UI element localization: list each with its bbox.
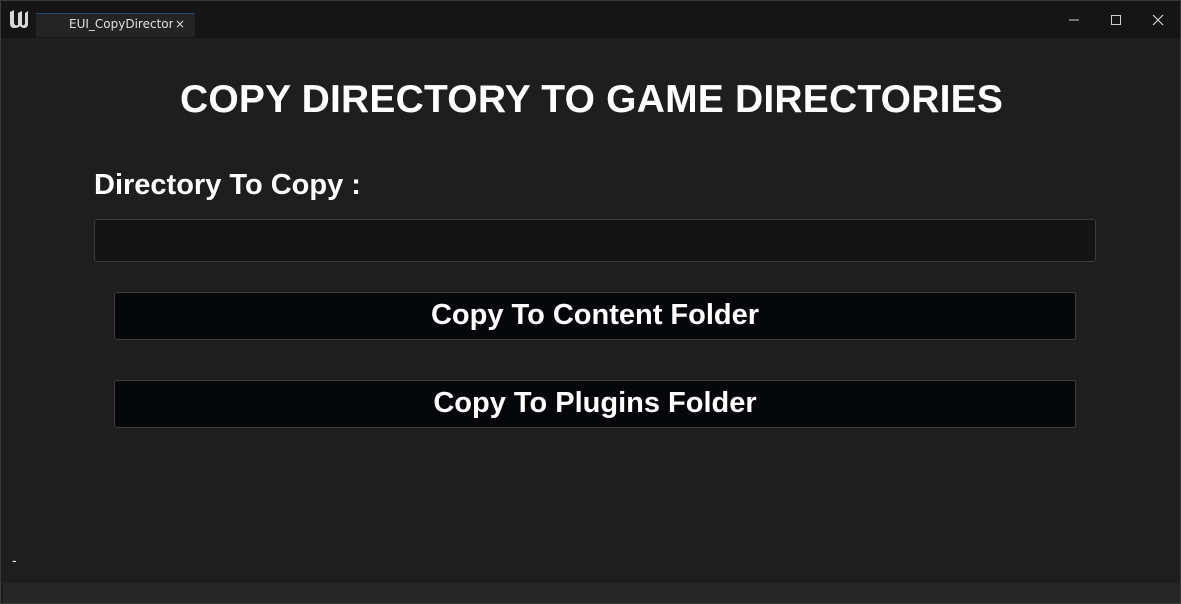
directory-input[interactable] [94,219,1096,262]
minimize-icon [1069,19,1079,21]
close-icon [1152,14,1164,26]
tab-label: EUI_CopyDirector [69,17,173,31]
minimize-button[interactable] [1059,5,1089,35]
widget-panel: COPY DIRECTORY TO GAME DIRECTORIES Direc… [3,38,1180,583]
directory-label: Directory To Copy : [94,169,361,201]
tab-close-icon[interactable]: × [173,16,187,32]
maximize-icon [1111,15,1121,25]
status-text: - [12,554,17,569]
tab-eui-copydirector[interactable]: EUI_CopyDirector × [36,13,195,37]
editor-window: EUI_CopyDirector × COPY DIRECTORY TO GAM… [0,0,1181,604]
close-window-button[interactable] [1143,5,1173,35]
status-bar [3,583,1180,603]
unreal-logo-icon[interactable] [7,7,31,31]
page-title: COPY DIRECTORY TO GAME DIRECTORIES [179,78,1004,121]
copy-to-content-folder-button[interactable]: Copy To Content Folder [114,292,1076,340]
tab-active-indicator [36,13,195,14]
maximize-button[interactable] [1101,5,1131,35]
title-bar[interactable]: EUI_CopyDirector × [1,1,1180,38]
copy-to-plugins-folder-button[interactable]: Copy To Plugins Folder [114,380,1076,428]
